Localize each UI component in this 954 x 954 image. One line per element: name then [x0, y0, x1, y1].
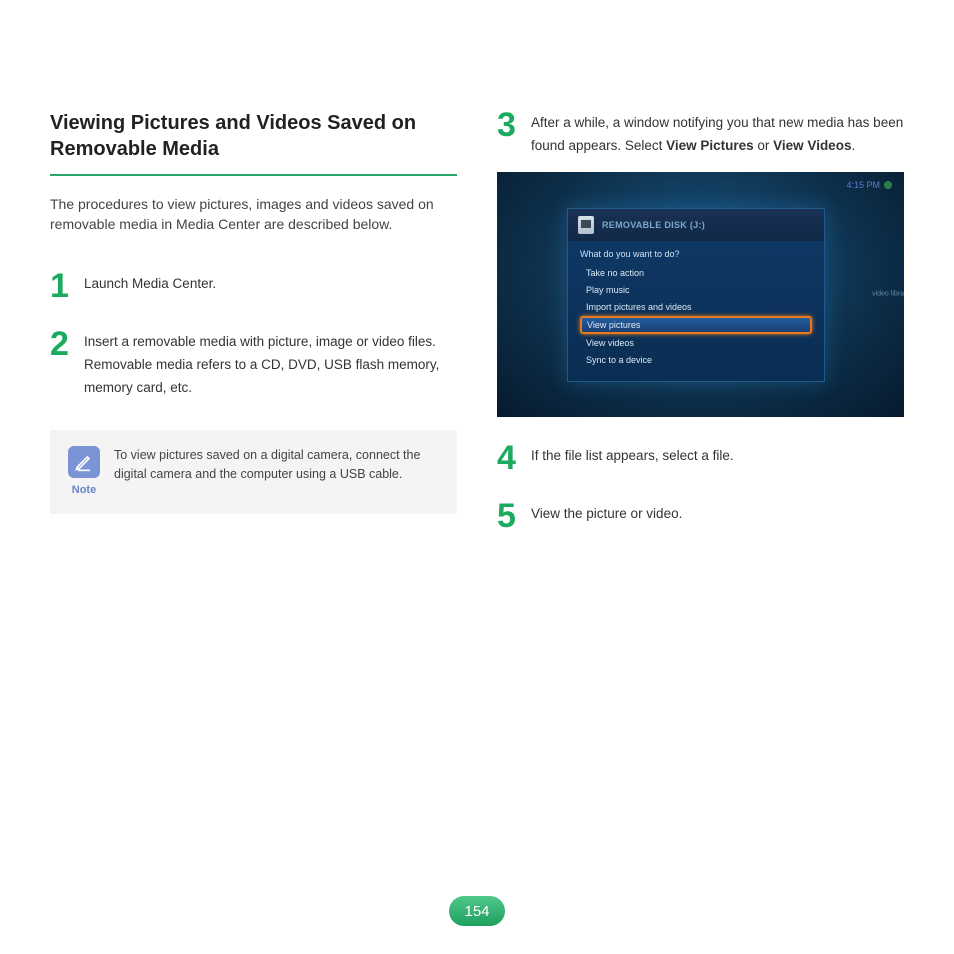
removable-disk-icon: [578, 216, 594, 234]
step-body: Launch Media Center.: [84, 271, 216, 302]
note-icon-wrap: Note: [68, 446, 100, 496]
heading-rule: [50, 174, 457, 176]
step-number: 4: [497, 443, 521, 474]
option-view-pictures[interactable]: View pictures: [580, 316, 812, 334]
step-4: 4 If the file list appears, select a fil…: [497, 443, 904, 474]
left-column: Viewing Pictures and Videos Saved on Rem…: [50, 110, 457, 560]
step-text-line2: Removable media refers to a CD, DVD, USB…: [84, 357, 439, 395]
intro-text: The procedures to view pictures, images …: [50, 194, 457, 235]
dialog-header: REMOVABLE DISK (J:): [568, 209, 824, 241]
step-number: 1: [50, 271, 74, 302]
step-2: 2 Insert a removable media with picture,…: [50, 329, 457, 400]
step-number: 2: [50, 329, 74, 400]
autoplay-dialog: REMOVABLE DISK (J:) What do you want to …: [567, 208, 825, 382]
option-sync[interactable]: Sync to a device: [580, 352, 812, 368]
step-text-line1: Insert a removable media with picture, i…: [84, 334, 436, 349]
media-center-screenshot: 4:15 PM video libra REMOVABLE DISK (J:) …: [497, 172, 904, 417]
note-text: To view pictures saved on a digital came…: [114, 446, 439, 484]
dialog-title: REMOVABLE DISK (J:): [602, 220, 705, 230]
page-number-badge: 154: [449, 896, 505, 926]
note-label: Note: [72, 484, 96, 496]
step-1: 1 Launch Media Center.: [50, 271, 457, 302]
step-5: 5 View the picture or video.: [497, 501, 904, 532]
right-column: 3 After a while, a window notifying you …: [497, 110, 904, 560]
option-play-music[interactable]: Play music: [580, 282, 812, 298]
option-take-no-action[interactable]: Take no action: [580, 265, 812, 281]
step-body: After a while, a window notifying you th…: [531, 110, 904, 158]
note-box: Note To view pictures saved on a digital…: [50, 430, 457, 514]
clock: 4:15 PM: [846, 180, 892, 190]
section-heading: Viewing Pictures and Videos Saved on Rem…: [50, 110, 457, 162]
step-body: View the picture or video.: [531, 501, 682, 532]
side-label: video libra: [872, 291, 904, 298]
option-import[interactable]: Import pictures and videos: [580, 299, 812, 315]
step3-bold1: View Pictures: [666, 138, 754, 153]
step-3: 3 After a while, a window notifying you …: [497, 110, 904, 158]
step3-suffix: .: [851, 138, 855, 153]
step-body: If the file list appears, select a file.: [531, 443, 734, 474]
step-body: Insert a removable media with picture, i…: [84, 329, 457, 400]
pencil-note-icon: [68, 446, 100, 478]
step-number: 5: [497, 501, 521, 532]
status-dot-icon: [884, 181, 892, 189]
step3-bold2: View Videos: [773, 138, 851, 153]
dialog-question: What do you want to do?: [580, 249, 812, 259]
dialog-body: What do you want to do? Take no action P…: [568, 241, 824, 381]
step-number: 3: [497, 110, 521, 158]
step3-mid: or: [754, 138, 774, 153]
clock-text: 4:15 PM: [846, 180, 880, 190]
option-view-videos[interactable]: View videos: [580, 335, 812, 351]
